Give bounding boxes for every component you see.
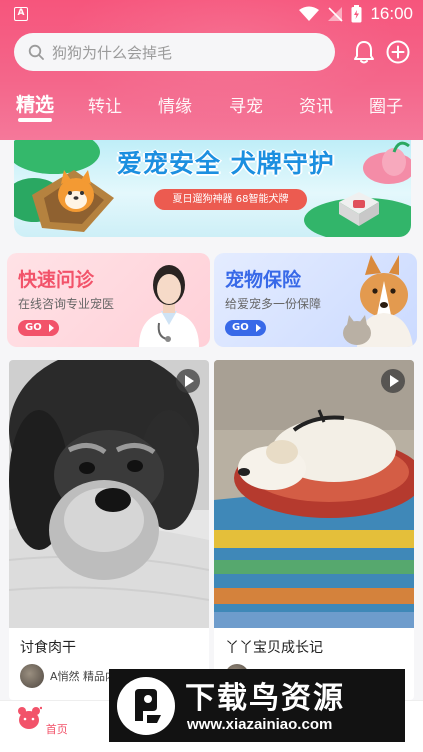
search-placeholder: 狗狗为什么会掉毛	[52, 43, 173, 62]
watermark-overlay: 下载鸟资源 www.xiazainiao.com	[109, 669, 405, 742]
watermark-logo	[117, 677, 175, 735]
quick-consult-card[interactable]: 快速问诊 在线咨询专业宠医 GO	[7, 253, 210, 347]
doctor-illustration	[139, 265, 199, 347]
nav-home[interactable]: 首页	[12, 705, 72, 737]
search-icon	[28, 44, 44, 60]
wifi-icon	[299, 6, 320, 21]
tab-lost-pets[interactable]: 寻宠	[229, 92, 263, 117]
status-bar: A 16:00	[0, 0, 423, 30]
search-bar[interactable]: 狗狗为什么会掉毛	[14, 33, 335, 71]
tab-circles[interactable]: 圈子	[369, 92, 403, 117]
home-icon	[18, 706, 43, 729]
feed-post-card[interactable]: 丫丫宝贝成长记	[214, 360, 414, 700]
author-name: A悄然 精品内	[50, 670, 117, 683]
post-thumbnail[interactable]	[214, 360, 414, 628]
quick-consult-subtitle: 在线咨询专业宠医	[18, 297, 115, 311]
promo-banner[interactable]: 爱宠安全 犬牌守护 夏日遛狗神器 68智能犬牌	[14, 140, 411, 237]
tab-featured[interactable]: 精选	[16, 90, 54, 117]
pet-insurance-go-button[interactable]: GO	[225, 320, 266, 336]
post-thumbnail[interactable]	[9, 360, 209, 628]
feed-post-card[interactable]: 讨食肉干 A悄然 精品内	[9, 360, 209, 700]
banner-subtitle: 夏日遛狗神器 68智能犬牌	[154, 189, 307, 210]
pet-insurance-title: 宠物保险	[225, 269, 302, 291]
banner-title: 爱宠安全 犬牌守护	[117, 149, 335, 178]
pet-insurance-subtitle: 给爱宠多一份保障	[225, 297, 322, 311]
watermark-url: www.xiazainiao.com	[187, 716, 333, 733]
watermark-title: 下载鸟资源	[185, 681, 345, 716]
app-header: A 16:00 狗狗为什么会掉毛 精选 转让 情缘 寻宠 资讯 圈子	[0, 0, 423, 140]
avatar[interactable]	[20, 664, 44, 688]
bell-icon[interactable]	[350, 38, 378, 66]
status-time: 16:00	[370, 4, 413, 23]
add-icon[interactable]	[384, 38, 412, 66]
dog-photo-schnauzer	[9, 360, 209, 628]
dog-photo-puppy	[214, 360, 414, 628]
app-notification-icon: A	[14, 7, 28, 21]
pet-insurance-card[interactable]: 宠物保险 给爱宠多一份保障 GO	[214, 253, 417, 347]
category-tabs: 精选 转让 情缘 寻宠 资讯 圈子	[0, 88, 423, 128]
play-video-icon[interactable]	[176, 369, 200, 393]
post-author[interactable]: A悄然 精品内	[20, 664, 116, 688]
tab-transfer[interactable]: 转让	[88, 92, 122, 117]
post-title: 讨食肉干	[20, 640, 76, 656]
nav-home-label: 首页	[45, 723, 68, 736]
battery-icon	[351, 5, 362, 23]
bird-logo-icon	[135, 689, 161, 723]
post-title: 丫丫宝贝成长记	[225, 640, 323, 656]
signal-off-icon	[328, 7, 344, 22]
tab-romance[interactable]: 情缘	[158, 92, 192, 117]
play-video-icon[interactable]	[381, 369, 405, 393]
active-tab-indicator	[18, 118, 52, 122]
tab-news[interactable]: 资讯	[299, 92, 333, 117]
pets-illustration	[343, 255, 413, 347]
quick-consult-title: 快速问诊	[18, 269, 95, 291]
quick-consult-go-button[interactable]: GO	[18, 320, 59, 336]
